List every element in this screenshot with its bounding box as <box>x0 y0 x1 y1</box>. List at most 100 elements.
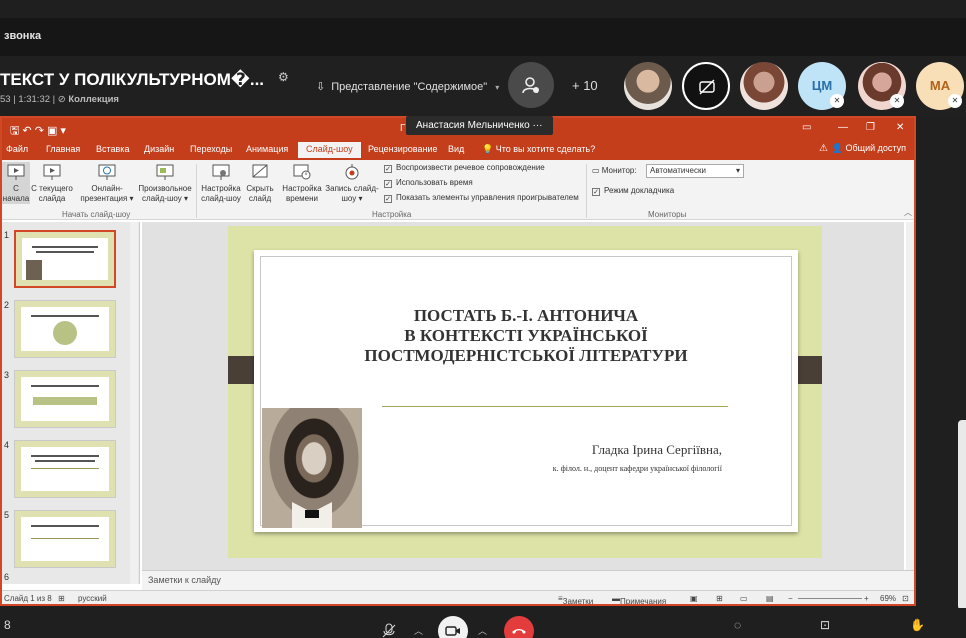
participant-avatar-1[interactable] <box>624 62 672 110</box>
thumbnails-scrollbar[interactable] <box>130 222 138 584</box>
slide-thumbnail-5[interactable] <box>14 510 116 568</box>
fit-to-window-icon[interactable]: ⊡ <box>902 594 909 603</box>
warning-icon[interactable]: ⚠ <box>819 143 828 154</box>
slide-title-line-1: ПОСТАТЬ Б.-І. АНТОНИЧА <box>413 306 639 325</box>
zoom-level[interactable]: 69% <box>880 594 896 603</box>
from-current-label: С текущего <box>31 184 73 193</box>
zoom-in-icon[interactable]: + <box>864 594 869 603</box>
from-beginning-button[interactable]: Сначала <box>2 162 30 204</box>
close-icon[interactable]: ✕ <box>896 122 904 133</box>
presenter-view-checkbox[interactable]: ✓ Режим докладчика <box>592 186 674 196</box>
online-presentation-label-2: презентация ▾ <box>80 194 134 203</box>
camera-button[interactable] <box>438 616 468 638</box>
custom-slideshow-button[interactable]: Произвольное слайд-шоу ▾ <box>136 162 194 204</box>
monitor-select[interactable]: Автоматически ▾ <box>646 164 744 178</box>
meeting-title[interactable]: ТЕКСТ У ПОЛІКУЛЬТУРНОМ�... <box>0 70 264 90</box>
mic-off-icon: ✕ <box>948 94 962 108</box>
from-current-button[interactable]: С текущего слайда <box>30 162 74 204</box>
zoom-slider[interactable] <box>798 598 862 599</box>
camera-options-icon[interactable]: ︿ <box>478 624 487 637</box>
presenting-indicator[interactable]: ⇩ Представление "Содержимое" ▾ <box>316 80 499 93</box>
tab-animation[interactable]: Анимация <box>246 144 288 154</box>
comments-toggle[interactable]: ▬ Примечания <box>612 594 666 604</box>
slide-thumbnail-4[interactable] <box>14 440 116 498</box>
chat-icon[interactable]: ◌ <box>734 618 741 632</box>
notes-toggle[interactable]: ≡ Заметки <box>558 594 593 604</box>
rehearse-timings-label: Настройка <box>282 184 322 193</box>
meeting-header: ТЕКСТ У ПОЛІКУЛЬТУРНОМ�... ⚙ 53 | 1:31:3… <box>0 56 966 164</box>
start-group-label: Начать слайд-шоу <box>62 210 131 219</box>
thumb-number: 1 <box>4 230 10 240</box>
ribbon-slideshow: Сначала С текущего слайда Онлайн-презента… <box>2 160 914 220</box>
tab-file[interactable]: Файл <box>6 144 28 154</box>
more-options-icon[interactable]: 8 <box>4 618 11 632</box>
tab-home[interactable]: Главная <box>46 144 80 154</box>
tab-design[interactable]: Дизайн <box>144 144 174 154</box>
ribbon-display-icon[interactable]: ▭ <box>802 122 811 133</box>
share-screen-icon[interactable]: ⊡ <box>820 618 830 632</box>
online-presentation-button[interactable]: Онлайн-презентация ▾ <box>78 162 136 204</box>
maximize-icon[interactable]: ❐ <box>866 122 875 133</box>
more-participants[interactable]: + 10 <box>572 78 598 93</box>
setup-slideshow-button[interactable]: Настройка слайд-шоу <box>198 162 244 204</box>
add-people-button[interactable] <box>508 62 554 108</box>
monitor-select-value: Автоматически <box>650 166 706 175</box>
zoom-out-icon[interactable]: − <box>788 594 793 603</box>
normal-view-icon[interactable]: ▣ <box>690 594 698 603</box>
thumb-number: 6 <box>4 572 10 582</box>
record-slideshow-button[interactable]: Запись слайд-шоу ▾ <box>324 162 380 204</box>
checkmark-icon: ✓ <box>384 165 392 173</box>
reading-view-icon[interactable]: ▭ <box>740 594 748 603</box>
editor-scrollbar[interactable] <box>906 222 914 570</box>
end-call-button[interactable] <box>504 616 534 638</box>
quick-access-icons[interactable]: 🖫 ↶ ↷ ▣ ▾ <box>10 122 66 141</box>
tab-insert[interactable]: Вставка <box>96 144 129 154</box>
mic-button[interactable] <box>374 616 404 638</box>
checkmark-icon: ✓ <box>384 180 392 188</box>
raise-hand-icon[interactable]: ✋ <box>910 618 925 632</box>
mic-off-icon: ✕ <box>890 94 904 108</box>
add-person-icon <box>522 77 539 94</box>
slide-thumbnail-2[interactable] <box>14 300 116 358</box>
rehearse-timings-button[interactable]: Настройка времени <box>280 162 324 204</box>
use-timings-label: Использовать время <box>396 178 473 187</box>
record-slideshow-label: Запись слайд- <box>325 184 379 193</box>
slide-thumbnail-1[interactable] <box>14 230 116 288</box>
slide-author: Гладка Ірина Сергіївна, <box>591 442 722 457</box>
tell-me-search[interactable]: 💡 Что вы хотите сделать? <box>482 144 595 155</box>
tab-review[interactable]: Рецензирование <box>368 144 438 154</box>
media-controls-checkbox[interactable]: ✓ Показать элементы управления проигрыват… <box>384 193 579 203</box>
hide-slide-button[interactable]: Скрыть слайд <box>244 162 276 204</box>
participant-avatar-2[interactable] <box>682 62 730 110</box>
record-slideshow-icon <box>345 164 359 180</box>
slide-editor: ПОСТАТЬ Б.-І. АНТОНИЧА В КОНТЕКСТІ УКРАЇ… <box>142 222 914 570</box>
tab-slideshow[interactable]: Слайд-шоу <box>298 142 361 158</box>
participant-avatar-3[interactable] <box>740 62 788 110</box>
narration-checkbox[interactable]: ✓ Воспроизвести речевое сопровождение <box>384 163 545 173</box>
slide-counter: Слайд 1 из 8 <box>4 594 52 603</box>
settings-icon[interactable]: ⚙ <box>278 70 289 84</box>
slide-sorter-icon[interactable]: ⊞ <box>716 594 723 603</box>
share-button[interactable]: 👤 Общий доступ <box>832 143 906 154</box>
use-timings-checkbox[interactable]: ✓ Использовать время <box>384 178 473 188</box>
mic-options-icon[interactable]: ︿ <box>414 624 423 637</box>
author-portrait <box>262 408 362 528</box>
notes-pane[interactable]: Заметки к слайду <box>142 570 914 590</box>
slide-thumbnails-pane: 1 2 3 4 5 6 <box>2 222 140 584</box>
minimize-icon[interactable]: — <box>838 122 848 133</box>
from-current-label-2: слайда <box>38 194 66 203</box>
slide-thumbnail-3[interactable] <box>14 370 116 428</box>
chevron-down-icon: ▾ <box>735 166 740 175</box>
meeting-top-bar: звонка <box>0 18 966 56</box>
ribbon-tabs: Файл Главная Вставка Дизайн Переходы Ани… <box>2 140 914 160</box>
slideshow-view-icon[interactable]: ▤ <box>766 594 774 603</box>
current-slide[interactable]: ПОСТАТЬ Б.-І. АНТОНИЧА В КОНТЕКСТІ УКРАЇ… <box>228 226 822 558</box>
custom-slideshow-icon <box>156 164 174 180</box>
tab-view[interactable]: Вид <box>448 144 464 154</box>
spellcheck-icon[interactable]: ⊞ <box>58 594 65 603</box>
tab-transitions[interactable]: Переходы <box>190 144 232 154</box>
collapse-ribbon-icon[interactable]: ︿ <box>904 207 912 218</box>
thumb-number: 4 <box>4 440 10 450</box>
comments-toggle-label: Примечания <box>620 597 667 606</box>
language-indicator[interactable]: русский <box>78 594 107 603</box>
